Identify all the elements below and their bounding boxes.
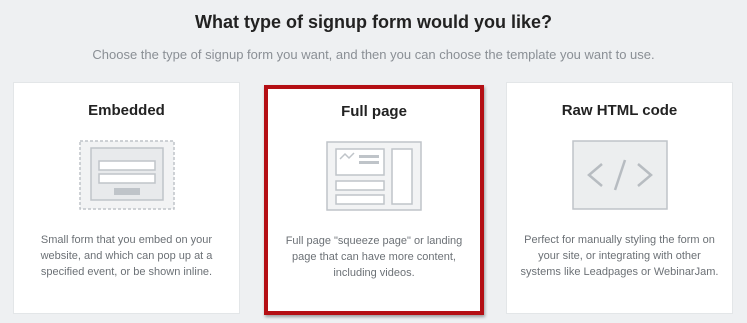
card-title: Full page	[341, 103, 407, 120]
code-icon	[571, 140, 668, 215]
full-page-form-option[interactable]: Full page Full page "squeeze page" or la…	[264, 85, 484, 315]
card-description: Small form that you embed on your websit…	[40, 234, 213, 278]
embedded-form-option[interactable]: Embedded Small form that you embed on yo…	[13, 82, 240, 314]
full-page-form-icon	[326, 141, 422, 216]
page-subtitle: Choose the type of signup form you want,…	[92, 47, 655, 62]
embedded-form-icon	[78, 140, 175, 215]
page-title: What type of signup form would you like?	[195, 12, 552, 32]
card-title: Embedded	[88, 102, 165, 119]
raw-html-option[interactable]: Raw HTML code Perfect for manually styli…	[506, 82, 733, 314]
card-description: Full page "squeeze page" or landing page…	[285, 235, 463, 279]
card-description: Perfect for manually styling the form on…	[520, 234, 719, 278]
card-title: Raw HTML code	[561, 102, 678, 119]
